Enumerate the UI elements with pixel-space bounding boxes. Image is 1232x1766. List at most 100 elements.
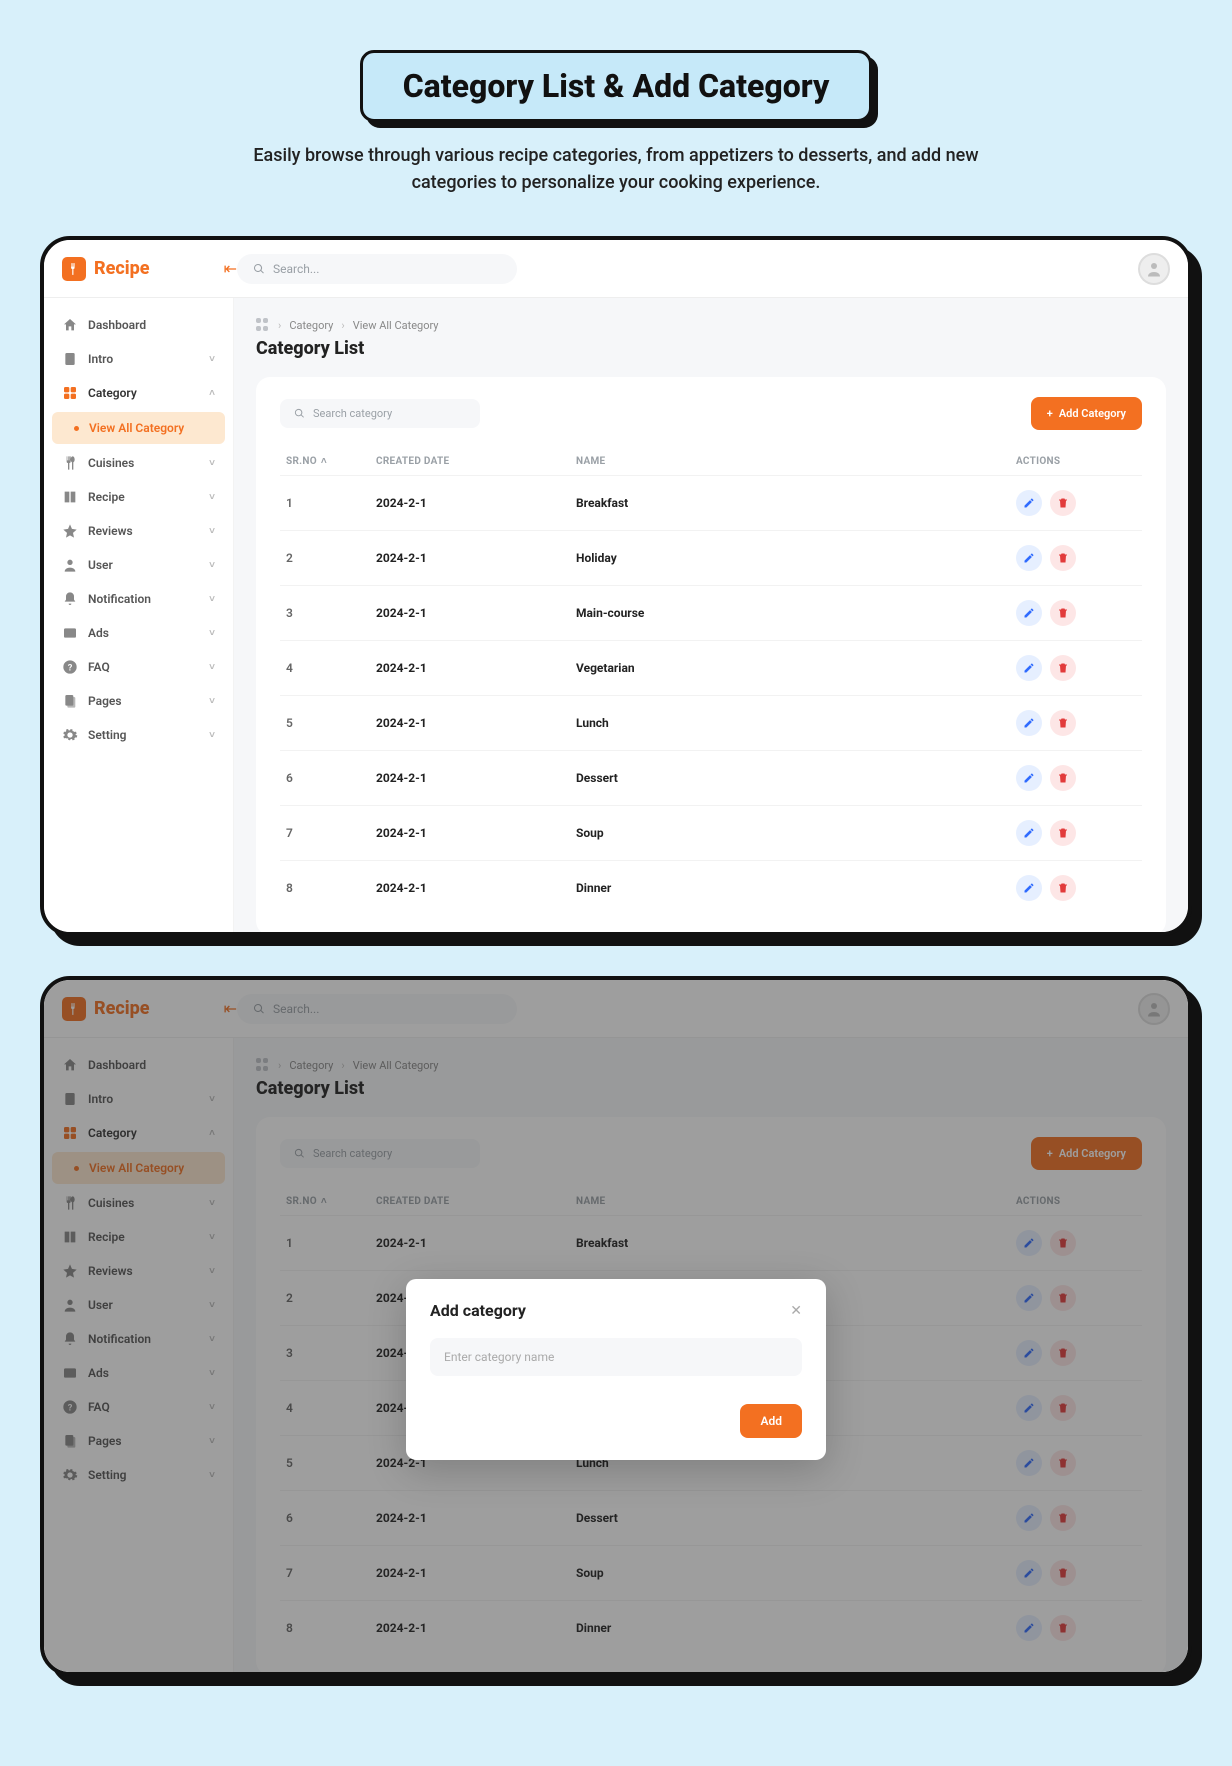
avatar[interactable] [1138, 253, 1170, 285]
edit-button[interactable] [1016, 710, 1042, 736]
logo[interactable]: Recipe ⇤ [62, 257, 237, 281]
cell-actions [1016, 820, 1136, 846]
col-srno[interactable]: SR.NO˄ [286, 456, 376, 467]
logo[interactable]: Recipe⇤ [62, 997, 237, 1021]
global-search[interactable]: Search... [237, 254, 517, 284]
sidebar-item-user[interactable]: User˅ [44, 548, 233, 582]
delete-button[interactable] [1050, 765, 1076, 791]
logo-text: Recipe [94, 258, 150, 279]
ad-icon [62, 1365, 78, 1381]
add-category-button[interactable]: +Add Category [1031, 397, 1142, 430]
edit-button[interactable] [1016, 1560, 1042, 1586]
sidebar-item-setting[interactable]: Setting˅ [44, 1458, 233, 1492]
cell-srno: 6 [286, 771, 376, 785]
edit-button[interactable] [1016, 765, 1042, 791]
sidebar-item-category[interactable]: Category˄ [44, 1116, 233, 1150]
delete-button[interactable] [1050, 1505, 1076, 1531]
delete-button[interactable] [1050, 1230, 1076, 1256]
sidebar-item-cuisines[interactable]: Cuisines˅ [44, 1186, 233, 1220]
delete-button[interactable] [1050, 820, 1076, 846]
sidebar-item-pages[interactable]: Pages˅ [44, 1424, 233, 1458]
delete-button[interactable] [1050, 600, 1076, 626]
delete-button[interactable] [1050, 1450, 1076, 1476]
user-avatar-icon [1145, 260, 1163, 278]
modal-submit-button[interactable]: Add [740, 1404, 802, 1438]
delete-button[interactable] [1050, 1340, 1076, 1366]
sidebar-item-intro[interactable]: Intro˅ [44, 1082, 233, 1116]
sidebar-item-faq[interactable]: ?FAQ˅ [44, 1390, 233, 1424]
edit-button[interactable] [1016, 1395, 1042, 1421]
delete-button[interactable] [1050, 655, 1076, 681]
edit-button[interactable] [1016, 1340, 1042, 1366]
sidebar-item-view-all-category[interactable]: View All Category [52, 412, 225, 444]
delete-button[interactable] [1050, 875, 1076, 901]
edit-button[interactable] [1016, 1615, 1042, 1641]
table-header: SR.NO˄CREATED DATENAMEACTIONS [280, 1188, 1142, 1215]
sidebar-item-ads[interactable]: Ads˅ [44, 1356, 233, 1390]
delete-button[interactable] [1050, 1285, 1076, 1311]
edit-button[interactable] [1016, 1450, 1042, 1476]
delete-button[interactable] [1050, 545, 1076, 571]
sidebar-item-setting[interactable]: Setting˅ [44, 718, 233, 752]
pencil-icon [1023, 882, 1035, 894]
breadcrumb-l1[interactable]: Category [289, 319, 333, 332]
app-frame-list: Recipe ⇤Search...DashboardIntro˅Category˄… [40, 236, 1192, 936]
sidebar-item-category[interactable]: Category˄ [44, 376, 233, 410]
col-name[interactable]: NAME [576, 456, 1016, 467]
sidebar-item-reviews[interactable]: Reviews˅ [44, 514, 233, 548]
avatar[interactable] [1138, 993, 1170, 1025]
category-search[interactable]: Search category [280, 399, 480, 428]
collapse-sidebar-icon[interactable]: ⇤ [224, 999, 237, 1018]
modal-close-button[interactable]: ✕ [790, 1302, 802, 1318]
edit-button[interactable] [1016, 545, 1042, 571]
chevron-down-icon: ˅ [209, 1402, 215, 1413]
sidebar-item-pages[interactable]: Pages˅ [44, 684, 233, 718]
collapse-sidebar-icon[interactable]: ⇤ [224, 259, 237, 278]
sidebar-item-cuisines[interactable]: Cuisines˅ [44, 446, 233, 480]
cell-actions [1016, 875, 1136, 901]
delete-button[interactable] [1050, 490, 1076, 516]
sidebar-item-recipe[interactable]: Recipe˅ [44, 480, 233, 514]
delete-button[interactable] [1050, 1395, 1076, 1421]
sidebar-item-label: User [88, 1298, 113, 1312]
sidebar-item-faq[interactable]: ?FAQ˅ [44, 650, 233, 684]
sidebar-item-recipe[interactable]: Recipe˅ [44, 1220, 233, 1254]
edit-button[interactable] [1016, 655, 1042, 681]
table-row: 32024-2-1Main-course [280, 585, 1142, 640]
col-srno[interactable]: SR.NO˄ [286, 1196, 376, 1207]
sidebar-item-user[interactable]: User ˅ [44, 1288, 233, 1322]
breadcrumb-l2[interactable]: View All Category [353, 319, 439, 332]
sidebar-item-view-all-category[interactable]: View All Category [52, 1152, 225, 1184]
cell-srno: 5 [286, 716, 376, 730]
chevron-down-icon: ˅ [209, 1300, 215, 1311]
category-search[interactable]: Search category [280, 1139, 480, 1168]
delete-button[interactable] [1050, 710, 1076, 736]
global-search[interactable]: Search... [237, 994, 517, 1024]
sidebar-item-notification[interactable]: Notification˅ [44, 1322, 233, 1356]
edit-button[interactable] [1016, 820, 1042, 846]
delete-button[interactable] [1050, 1560, 1076, 1586]
col-created[interactable]: CREATED DATE [376, 456, 576, 467]
sidebar-item-intro[interactable]: Intro˅ [44, 342, 233, 376]
category-name-input[interactable] [430, 1338, 802, 1376]
edit-button[interactable] [1016, 1285, 1042, 1311]
sidebar-item-reviews[interactable]: Reviews˅ [44, 1254, 233, 1288]
edit-button[interactable] [1016, 875, 1042, 901]
svg-text:?: ? [68, 662, 73, 673]
breadcrumb-l1[interactable]: Category [289, 1059, 333, 1072]
sidebar-item-ads[interactable]: Ads˅ [44, 616, 233, 650]
add-category-button[interactable]: +Add Category [1031, 1137, 1142, 1170]
sidebar-item-dashboard[interactable]: Dashboard [44, 308, 233, 342]
edit-button[interactable] [1016, 1230, 1042, 1256]
cell-actions [1016, 1285, 1136, 1311]
edit-button[interactable] [1016, 1505, 1042, 1531]
breadcrumb-l2[interactable]: View All Category [353, 1059, 439, 1072]
col-created[interactable]: CREATED DATE [376, 1196, 576, 1207]
sidebar-item-label: Notification [88, 592, 151, 606]
edit-button[interactable] [1016, 600, 1042, 626]
delete-button[interactable] [1050, 1615, 1076, 1641]
edit-button[interactable] [1016, 490, 1042, 516]
sidebar-item-dashboard[interactable]: Dashboard [44, 1048, 233, 1082]
sidebar-item-notification[interactable]: Notification˅ [44, 582, 233, 616]
col-name[interactable]: NAME [576, 1196, 1016, 1207]
